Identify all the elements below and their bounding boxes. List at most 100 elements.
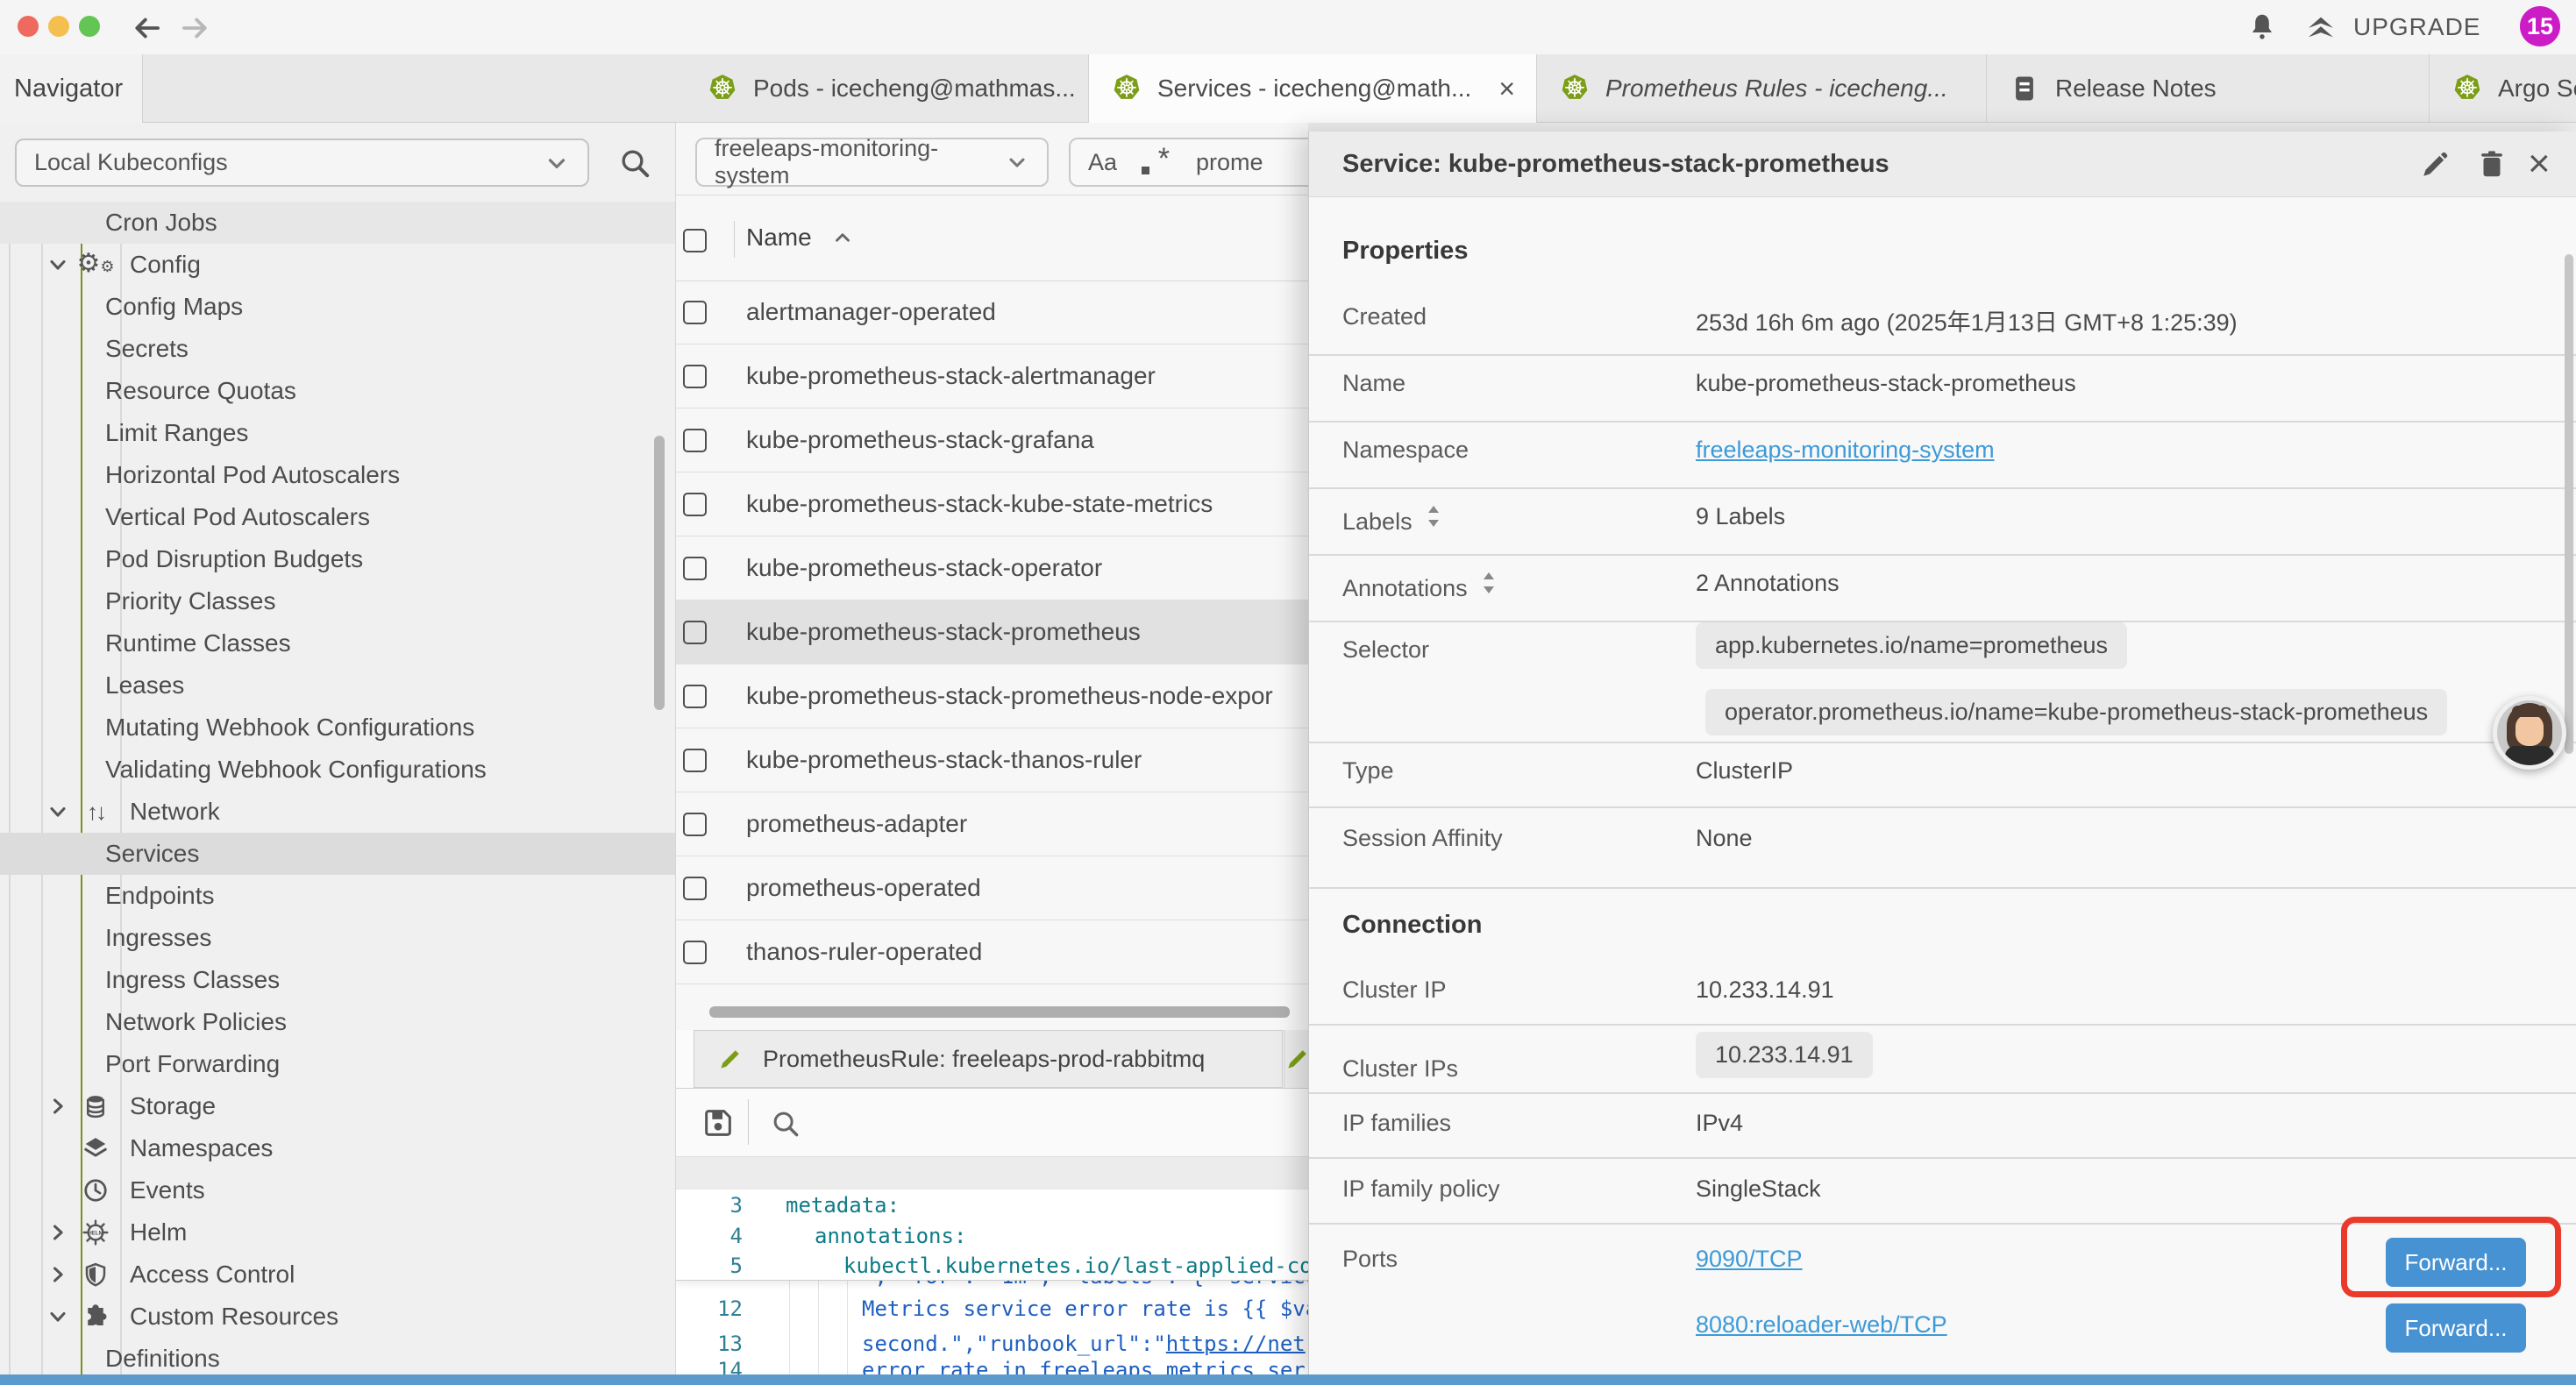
table-row[interactable]: alertmanager-operated xyxy=(676,281,1308,344)
zoom-window-button[interactable] xyxy=(79,16,100,37)
forward-icon[interactable] xyxy=(179,11,212,45)
labels-value[interactable]: 9 Labels xyxy=(1696,503,1785,530)
table-row[interactable]: kube-prometheus-stack-kube-state-metrics xyxy=(676,472,1308,536)
tab-release-notes[interactable]: Release Notes xyxy=(1987,54,2430,123)
sidebar-item-events[interactable]: Events xyxy=(0,1169,675,1211)
sidebar-item-definitions[interactable]: Definitions xyxy=(0,1338,675,1374)
select-all-checkbox[interactable] xyxy=(683,229,707,252)
sidebar-item-ingresses[interactable]: Ingresses xyxy=(0,917,675,959)
sidebar-item-vertical-pod-autoscalers[interactable]: Vertical Pod Autoscalers xyxy=(0,496,675,538)
row-checkbox[interactable] xyxy=(683,621,707,644)
table-row[interactable]: prometheus-operated xyxy=(676,856,1308,920)
forward-button[interactable]: Forward... xyxy=(2386,1303,2526,1353)
sidebar-item-namespaces[interactable]: Namespaces xyxy=(0,1127,675,1169)
tab-argo[interactable]: Argo Se xyxy=(2430,54,2576,123)
close-icon[interactable]: × xyxy=(2528,138,2551,189)
sidebar-item-validating-webhook-configurations[interactable]: Validating Webhook Configurations xyxy=(0,749,675,791)
expand-collapse-icon[interactable] xyxy=(1425,503,1442,529)
row-checkbox[interactable] xyxy=(683,557,707,580)
back-icon[interactable] xyxy=(130,11,163,45)
sidebar-item-ingress-classes[interactable]: Ingress Classes xyxy=(0,959,675,1001)
row-checkbox[interactable] xyxy=(683,749,707,772)
sidebar-item-runtime-classes[interactable]: Runtime Classes xyxy=(0,622,675,664)
tab-services[interactable]: Services - icecheng@math... × xyxy=(1089,54,1537,123)
match-case-toggle[interactable]: Aa xyxy=(1088,149,1117,176)
table-row[interactable]: prometheus-adapter xyxy=(676,792,1308,856)
editor-search-icon[interactable] xyxy=(769,1107,802,1140)
table-row[interactable]: kube-prometheus-stack-alertmanager xyxy=(676,344,1308,408)
sidebar-item-network-policies[interactable]: Network Policies xyxy=(0,1001,675,1043)
notifications-bell-icon[interactable] xyxy=(2246,11,2278,43)
chevron-down-icon[interactable] xyxy=(46,1304,70,1329)
chevron-right-icon[interactable] xyxy=(46,1262,70,1287)
row-checkbox[interactable] xyxy=(683,685,707,708)
drawer-scrollbar[interactable] xyxy=(2565,254,2573,754)
row-checkbox[interactable] xyxy=(683,493,707,516)
sidebar-item-config[interactable]: ⚙⚙Config xyxy=(0,244,675,286)
sidebar-item-priority-classes[interactable]: Priority Classes xyxy=(0,580,675,622)
sidebar-item-cron-jobs[interactable]: Cron Jobs xyxy=(0,202,675,244)
horizontal-scrollbar[interactable] xyxy=(709,1006,1290,1018)
chevron-right-icon[interactable] xyxy=(46,1220,70,1245)
close-tab-icon[interactable]: × xyxy=(1498,73,1515,105)
trash-icon[interactable] xyxy=(2475,147,2508,181)
sidebar-item-resource-quotas[interactable]: Resource Quotas xyxy=(0,370,675,412)
row-checkbox[interactable] xyxy=(683,301,707,324)
chevron-right-icon[interactable] xyxy=(46,1094,70,1119)
table-row[interactable]: kube-prometheus-stack-prometheus-node-ex… xyxy=(676,664,1308,728)
sidebar-item-horizontal-pod-autoscalers[interactable]: Horizontal Pod Autoscalers xyxy=(0,454,675,496)
search-icon[interactable] xyxy=(617,146,652,181)
expand-collapse-icon[interactable] xyxy=(1480,570,1498,596)
name-column-header[interactable]: Name xyxy=(746,224,812,252)
sidebar-item-custom-resources[interactable]: Custom Resources xyxy=(0,1296,675,1338)
code-link[interactable]: https://net xyxy=(1166,1332,1306,1356)
annotations-value[interactable]: 2 Annotations xyxy=(1696,570,1839,597)
sidebar-item-limit-ranges[interactable]: Limit Ranges xyxy=(0,412,675,454)
port-link[interactable]: 9090/TCP xyxy=(1696,1246,1803,1273)
sidebar-item-network[interactable]: ↑↓Network xyxy=(0,791,675,833)
upgrade-label[interactable]: UPGRADE xyxy=(2353,0,2480,54)
table-row[interactable]: thanos-ruler-operated xyxy=(676,920,1308,984)
sidebar-item-access-control[interactable]: Access Control xyxy=(0,1254,675,1296)
tab-navigator[interactable]: Navigator xyxy=(0,54,143,123)
sidebar-item-leases[interactable]: Leases xyxy=(0,664,675,707)
upgrade-chevrons-icon[interactable] xyxy=(2302,9,2339,46)
table-row[interactable]: kube-prometheus-stack-grafana xyxy=(676,408,1308,472)
chevron-down-icon[interactable] xyxy=(46,252,70,277)
editor-tab-prometheusrule[interactable]: PrometheusRule: freeleaps-prod-rabbitmq xyxy=(694,1030,1283,1088)
namespace-select[interactable]: freeleaps-monitoring-system xyxy=(695,138,1049,187)
sidebar-item-helm[interactable]: HELMHelm xyxy=(0,1211,675,1254)
sidebar-item-pod-disruption-budgets[interactable]: Pod Disruption Budgets xyxy=(0,538,675,580)
port-link[interactable]: 8080:reloader-web/TCP xyxy=(1696,1311,1947,1339)
table-row[interactable]: kube-prometheus-stack-prometheus xyxy=(676,600,1308,664)
yaml-editor[interactable]: ", "for": "1m", "labels": { "service": "… xyxy=(676,1190,1308,1374)
row-checkbox[interactable] xyxy=(683,941,707,964)
close-window-button[interactable] xyxy=(18,16,39,37)
sort-ascending-icon[interactable] xyxy=(831,226,854,249)
editor-tab-partial[interactable] xyxy=(1284,1030,1308,1088)
sidebar-item-secrets[interactable]: Secrets xyxy=(0,328,675,370)
avatar[interactable] xyxy=(2493,696,2566,770)
sidebar-scrollbar[interactable] xyxy=(654,436,665,710)
sidebar-item-services[interactable]: Services xyxy=(0,833,675,875)
minimize-window-button[interactable] xyxy=(48,16,69,37)
sidebar-item-endpoints[interactable]: Endpoints xyxy=(0,875,675,917)
namespace-link[interactable]: freeleaps-monitoring-system xyxy=(1696,437,1995,464)
sidebar-item-config-maps[interactable]: Config Maps xyxy=(0,286,675,328)
table-row[interactable]: kube-prometheus-stack-thanos-ruler xyxy=(676,728,1308,792)
sidebar-item-port-forwarding[interactable]: Port Forwarding xyxy=(0,1043,675,1085)
sidebar-item-mutating-webhook-configurations[interactable]: Mutating Webhook Configurations xyxy=(0,707,675,749)
regex-toggle[interactable]: * xyxy=(1140,147,1170,177)
edit-pencil-icon[interactable] xyxy=(2419,149,2451,181)
table-row[interactable]: kube-prometheus-stack-operator xyxy=(676,536,1308,600)
row-checkbox[interactable] xyxy=(683,877,707,900)
row-checkbox[interactable] xyxy=(683,429,707,452)
notification-count-badge[interactable]: 15 xyxy=(2520,6,2560,46)
row-checkbox[interactable] xyxy=(683,813,707,836)
tab-pods[interactable]: Pods - icecheng@mathmas... xyxy=(685,54,1089,123)
row-checkbox[interactable] xyxy=(683,365,707,388)
save-icon[interactable] xyxy=(701,1105,736,1140)
chevron-down-icon[interactable] xyxy=(46,799,70,824)
sidebar-item-storage[interactable]: Storage xyxy=(0,1085,675,1127)
filter-input[interactable]: Aa * prome xyxy=(1069,138,1308,187)
